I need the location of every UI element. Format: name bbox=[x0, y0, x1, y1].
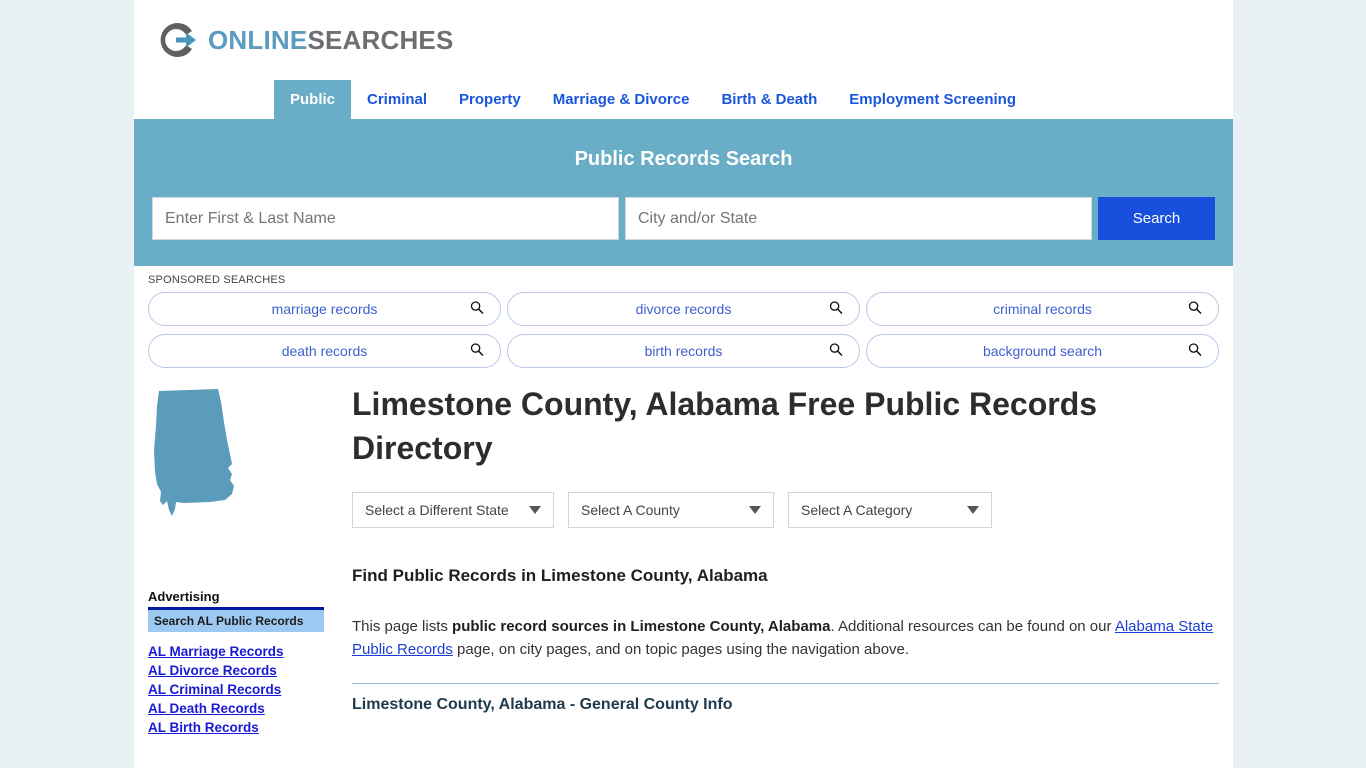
filter-selects: Select a Different State Select A County… bbox=[352, 492, 1219, 529]
sponsored-pill-birth-records[interactable]: birth records bbox=[507, 334, 860, 368]
main-navigation: Public Criminal Property Marriage & Divo… bbox=[134, 80, 1233, 122]
search-icon bbox=[1188, 343, 1202, 360]
site-header: ONLINESEARCHES bbox=[134, 0, 1233, 80]
search-icon bbox=[829, 343, 843, 360]
sponsored-pill-background-search[interactable]: background search bbox=[866, 334, 1219, 368]
select-county-dropdown[interactable]: Select A County bbox=[568, 492, 774, 529]
ad-link-al-criminal-records[interactable]: AL Criminal Records bbox=[148, 682, 324, 697]
ad-link-al-marriage-records[interactable]: AL Marriage Records bbox=[148, 644, 324, 659]
advertising-box: Advertising Search AL Public Records AL … bbox=[148, 589, 324, 735]
tab-public[interactable]: Public bbox=[274, 80, 352, 119]
content-column: Limestone County, Alabama Free Public Re… bbox=[338, 382, 1219, 735]
search-panel-title: Public Records Search bbox=[574, 148, 793, 170]
tab-birth-death[interactable]: Birth & Death bbox=[705, 80, 833, 119]
sponsored-pill-label: marriage records bbox=[271, 301, 378, 317]
tab-marriage-divorce[interactable]: Marriage & Divorce bbox=[537, 80, 706, 119]
sub-heading-general-county-info: Limestone County, Alabama - General Coun… bbox=[352, 695, 733, 713]
logo-word-online: ONLINE bbox=[208, 24, 308, 55]
sponsored-pill-marriage-records[interactable]: marriage records bbox=[148, 292, 501, 326]
chevron-down-icon bbox=[967, 506, 979, 515]
select-category-label: Select A Category bbox=[801, 502, 913, 519]
sponsored-pill-label: background search bbox=[982, 343, 1103, 359]
circle-arrow-icon[interactable] bbox=[156, 18, 200, 62]
paragraph-text-1: This page lists bbox=[352, 618, 453, 636]
sponsored-pill-divorce-records[interactable]: divorce records bbox=[507, 292, 860, 326]
intro-paragraph: This page lists public record sources in… bbox=[352, 616, 1219, 660]
sponsored-searches: SPONSORED SEARCHES marriage records divo… bbox=[134, 266, 1233, 374]
select-category-dropdown[interactable]: Select A Category bbox=[788, 492, 992, 529]
search-button[interactable]: Search bbox=[1098, 197, 1215, 240]
select-state-label: Select a Different State bbox=[365, 502, 509, 519]
search-icon bbox=[470, 343, 484, 360]
search-location-input[interactable] bbox=[625, 197, 1092, 240]
ad-link-al-divorce-records[interactable]: AL Divorce Records bbox=[148, 663, 324, 678]
ad-header-search-al-public-records: Search AL Public Records bbox=[148, 610, 324, 632]
sponsored-pill-label: divorce records bbox=[635, 301, 732, 317]
tab-employment-screening[interactable]: Employment Screening bbox=[833, 80, 1032, 119]
select-county-label: Select A County bbox=[581, 502, 680, 519]
tab-criminal[interactable]: Criminal bbox=[351, 80, 443, 119]
sponsored-pill-label: criminal records bbox=[993, 301, 1092, 317]
search-icon bbox=[1188, 301, 1202, 318]
paragraph-text-3: page, on city pages, and on topic pages … bbox=[452, 640, 910, 658]
search-icon bbox=[470, 301, 484, 318]
select-state-dropdown[interactable]: Select a Different State bbox=[352, 492, 554, 529]
sponsored-pill-criminal-records[interactable]: criminal records bbox=[866, 292, 1219, 326]
chevron-down-icon bbox=[529, 506, 541, 515]
chevron-down-icon bbox=[749, 506, 761, 515]
paragraph-text-2: . Additional resources can be found on o… bbox=[830, 618, 1115, 636]
tab-property[interactable]: Property bbox=[443, 80, 537, 119]
page-title: Limestone County, Alabama Free Public Re… bbox=[352, 386, 1098, 467]
public-records-search-panel: Public Records Search Search bbox=[134, 122, 1233, 266]
left-column: Advertising Search AL Public Records AL … bbox=[148, 382, 338, 735]
main-body: Advertising Search AL Public Records AL … bbox=[134, 374, 1233, 735]
sponsored-searches-label: SPONSORED SEARCHES bbox=[148, 274, 286, 286]
page-container: ONLINESEARCHES Public Criminal Property … bbox=[134, 0, 1233, 768]
logo-word-searches: SEARCHES bbox=[307, 24, 454, 55]
search-icon bbox=[829, 301, 843, 318]
search-name-input[interactable] bbox=[152, 197, 619, 240]
ad-link-al-death-records[interactable]: AL Death Records bbox=[148, 701, 324, 716]
section-divider bbox=[352, 682, 1219, 684]
ad-link-list: AL Marriage Records AL Divorce Records A… bbox=[148, 644, 324, 735]
site-logo-text[interactable]: ONLINESEARCHES bbox=[208, 25, 454, 56]
paragraph-bold-1: public record sources in Limestone Count… bbox=[452, 618, 831, 636]
ad-link-al-birth-records[interactable]: AL Birth Records bbox=[148, 720, 324, 735]
sponsored-pill-label: death records bbox=[281, 343, 368, 359]
section-heading: Find Public Records in Limestone County,… bbox=[352, 566, 768, 586]
sponsored-pill-death-records[interactable]: death records bbox=[148, 334, 501, 368]
search-form: Search bbox=[152, 197, 1215, 240]
advertising-label: Advertising bbox=[148, 589, 220, 604]
sponsored-pill-grid: marriage records divorce records crimina… bbox=[148, 292, 1219, 368]
sponsored-pill-label: birth records bbox=[644, 343, 723, 359]
alabama-state-map bbox=[148, 388, 338, 523]
